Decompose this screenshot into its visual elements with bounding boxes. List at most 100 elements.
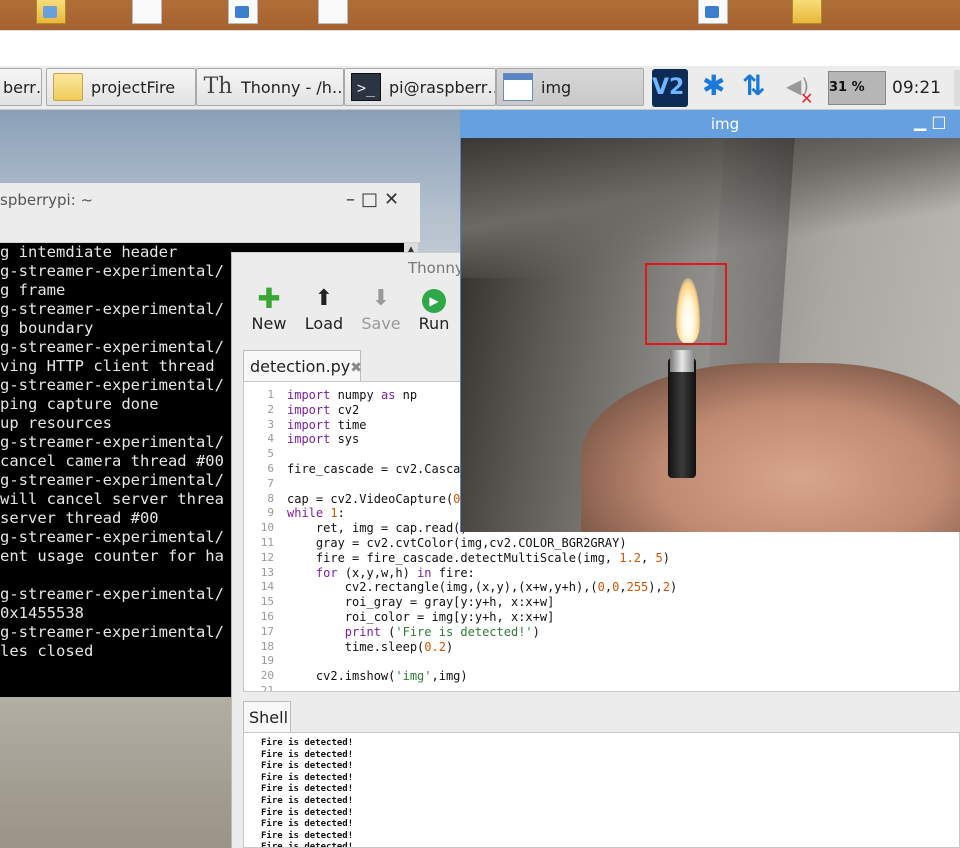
task-button-terminal[interactable]: >_ pi@raspberr… <box>344 68 496 106</box>
terminal-title: spberrypi: ~ <box>0 191 94 209</box>
line-number: 14 <box>260 580 274 594</box>
task-label: projectFire <box>91 77 176 97</box>
terminal-line: cancel camera thread #00 <box>0 452 224 470</box>
line-number: 20 <box>260 669 274 683</box>
shell-line: Fire is detected! <box>261 772 354 783</box>
shell-output[interactable]: Fire is detected! Fire is detected! Fire i… <box>243 732 960 848</box>
line-number: 13 <box>260 565 274 579</box>
line-number: 18 <box>260 639 274 653</box>
shell-line: Fire is detected! <box>261 784 354 795</box>
terminal-lines: g intemdiate header g-streamer-experiment… <box>0 243 224 661</box>
line-number: 15 <box>260 595 274 609</box>
load-button[interactable]: ⬆ Load <box>304 284 344 333</box>
shell-line: Fire is detected! <box>261 749 354 760</box>
clock[interactable]: 09:21 <box>892 66 941 110</box>
task-button-browser[interactable]: berr… <box>0 68 42 106</box>
terminal-line: g-streamer-experimental/ <box>0 300 224 318</box>
shell-line: Fire is detected! <box>261 738 354 748</box>
line-number: 21 <box>260 683 274 692</box>
task-button-img[interactable]: img <box>496 68 644 106</box>
close-icon[interactable]: ✖ <box>350 360 362 376</box>
play-icon: ▶ <box>414 284 454 314</box>
tab-label: detection.py <box>250 357 351 376</box>
task-button-thonny[interactable]: Th Thonny - /h… <box>196 68 344 106</box>
line-number: 4 <box>267 432 274 446</box>
terminal-line: will cancel server threa <box>0 490 224 508</box>
folder-icon[interactable] <box>36 0 66 24</box>
line-number: 12 <box>260 550 274 564</box>
terminal-line: 0x1455538 <box>0 604 84 622</box>
cpu-value: 31 % <box>829 80 865 95</box>
line-number: 6 <box>267 461 274 475</box>
network-icon[interactable]: ⇅ <box>742 66 776 106</box>
shell-line: Fire is detected! <box>261 819 354 830</box>
tab-shell[interactable]: Shell <box>243 701 291 733</box>
document-icon[interactable] <box>228 0 258 24</box>
task-label: berr… <box>3 77 41 97</box>
line-number: 17 <box>260 624 274 638</box>
terminal-line: g-streamer-experimental/ <box>0 528 224 546</box>
tray-edge <box>954 70 960 106</box>
terminal-line: g-streamer-experimental/ <box>0 376 224 394</box>
save-button[interactable]: ⬇ Save <box>361 284 401 333</box>
terminal-line: g-streamer-experimental/ <box>0 585 224 603</box>
document-icon[interactable] <box>132 0 162 24</box>
vnc-icon[interactable]: V2 <box>652 69 688 107</box>
run-label: Run <box>418 314 450 333</box>
thonny-title: Thonny <box>408 259 464 277</box>
document-icon[interactable] <box>698 0 728 24</box>
load-icon: ⬆ <box>314 286 334 311</box>
cpu-monitor[interactable]: 31 % <box>828 71 886 105</box>
minimize-icon[interactable]: ▁ <box>914 112 926 131</box>
document-icon[interactable] <box>318 0 348 24</box>
terminal-line: g-streamer-experimental/ <box>0 262 224 280</box>
terminal-line: les closed <box>0 642 94 660</box>
fire-detection-box <box>645 263 727 345</box>
folder-icon <box>53 73 83 101</box>
task-label: img <box>541 77 572 97</box>
line-number: 8 <box>267 491 274 505</box>
line-number: 2 <box>267 402 274 416</box>
terminal-line: g frame <box>0 281 66 299</box>
line-number: 11 <box>260 535 274 549</box>
lighter <box>668 358 696 478</box>
lighter-cap <box>670 350 694 372</box>
terminal-line: up resources <box>0 414 112 432</box>
ceiling-shadow <box>461 138 960 278</box>
img-window-controls[interactable]: ▁ □ <box>914 112 947 131</box>
close-icon[interactable]: ✕ <box>384 189 405 210</box>
save-label: Save <box>361 314 401 333</box>
line-number: 7 <box>267 476 274 490</box>
terminal-line: g-streamer-experimental/ <box>0 433 224 451</box>
task-button-projectfire[interactable]: projectFire <box>46 68 196 106</box>
shell-line: Fire is detected! <box>261 830 354 841</box>
load-label: Load <box>304 314 344 333</box>
terminal-line: ving HTTP client thread <box>0 357 215 375</box>
shell-line: Fire is detected! <box>261 795 354 806</box>
save-icon: ⬇ <box>371 286 391 311</box>
bluetooth-icon[interactable]: ✱ <box>702 66 726 106</box>
line-number: 9 <box>267 506 274 520</box>
terminal-line: g intemdiate header <box>0 243 178 261</box>
line-number: 3 <box>267 417 274 431</box>
maximize-icon[interactable]: □ <box>931 112 946 131</box>
thonny-icon: Th <box>203 74 233 99</box>
folder-icon[interactable] <box>792 0 822 24</box>
hand <box>581 363 960 532</box>
shell-line: Fire is detected! <box>261 842 354 848</box>
line-number: 19 <box>260 654 274 668</box>
terminal-line: g boundary <box>0 319 94 337</box>
terminal-line: g-streamer-experimental/ <box>0 471 224 489</box>
minimize-icon[interactable]: – <box>346 189 361 210</box>
tab-detection-py[interactable]: detection.py✖ <box>243 350 362 382</box>
terminal-window-controls[interactable]: –□✕ <box>346 189 405 210</box>
run-button[interactable]: ▶ Run <box>414 284 454 333</box>
new-button[interactable]: ✚ New <box>249 282 289 334</box>
task-label: pi@raspberr… <box>389 77 496 97</box>
new-label: New <box>251 314 287 333</box>
terminal-icon: >_ <box>351 73 381 101</box>
maximize-icon[interactable]: □ <box>361 189 384 210</box>
plus-icon: ✚ <box>257 282 281 315</box>
task-label: Thonny - /h… <box>241 77 344 97</box>
